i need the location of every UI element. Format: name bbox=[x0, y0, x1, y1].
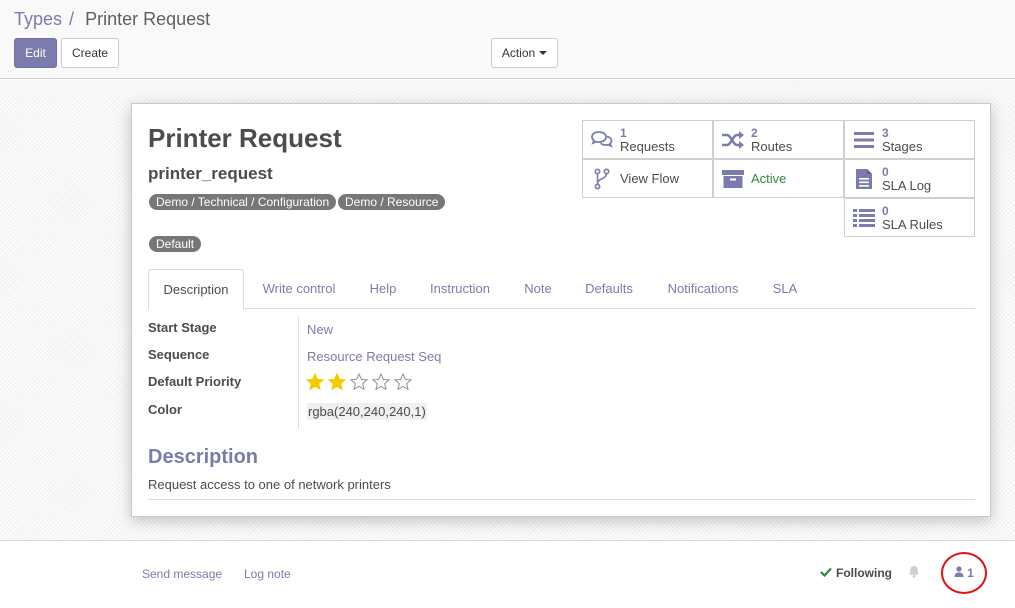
tab-instruction[interactable]: Instruction bbox=[420, 269, 500, 309]
following-button[interactable]: Following bbox=[820, 565, 920, 581]
routes-smart-button[interactable]: 2 Routes bbox=[713, 120, 844, 159]
active-toggle-button[interactable]: Active bbox=[713, 159, 844, 198]
check-icon bbox=[820, 566, 832, 580]
requests-smart-button[interactable]: 1 Requests bbox=[582, 120, 713, 159]
start-stage-label: Start Stage bbox=[148, 320, 217, 335]
star-empty-icon[interactable] bbox=[349, 372, 369, 393]
description-heading: Description bbox=[148, 446, 259, 468]
description-divider bbox=[148, 499, 975, 500]
sla-rules-count: 0 bbox=[882, 203, 889, 218]
stages-count: 3 bbox=[882, 125, 889, 140]
random-icon bbox=[714, 121, 751, 158]
description-text: Request access to one of network printer… bbox=[148, 477, 391, 492]
bell-icon[interactable] bbox=[908, 565, 920, 581]
tab-description[interactable]: Description bbox=[148, 269, 244, 310]
code-fork-icon bbox=[583, 160, 620, 197]
control-panel: Types / Printer Request Edit Create Acti… bbox=[0, 0, 1015, 79]
start-stage-value[interactable]: New bbox=[307, 322, 333, 337]
active-label: Active bbox=[751, 171, 787, 186]
field-divider bbox=[298, 317, 299, 429]
stages-smart-button[interactable]: 3 Stages bbox=[844, 120, 975, 159]
caret-down-icon bbox=[539, 51, 548, 55]
color-chip: rgba(240,240,240,1) bbox=[307, 403, 427, 420]
stages-label: Stages bbox=[882, 138, 923, 154]
bars-icon bbox=[845, 121, 882, 158]
sla-log-label: SLA Log bbox=[882, 177, 932, 193]
create-button[interactable]: Create bbox=[61, 38, 119, 68]
list-icon bbox=[845, 199, 882, 236]
default-priority-label: Default Priority bbox=[148, 374, 242, 389]
breadcrumb-current: Printer Request bbox=[85, 9, 211, 29]
sla-rules-smart-button[interactable]: 0 SLA Rules bbox=[844, 198, 975, 237]
tab-sla[interactable]: SLA bbox=[764, 269, 806, 309]
star-filled-icon[interactable] bbox=[327, 372, 347, 393]
sla-log-count: 0 bbox=[882, 164, 889, 179]
breadcrumb-separator: / bbox=[69, 9, 75, 29]
sla-log-smart-button[interactable]: 0 SLA Log bbox=[844, 159, 975, 198]
archive-icon bbox=[714, 160, 751, 197]
sequence-value[interactable]: Resource Request Seq bbox=[307, 349, 441, 364]
comments-icon bbox=[583, 121, 620, 158]
color-value: rgba(240,240,240,1) bbox=[307, 403, 427, 420]
log-note-button[interactable]: Log note bbox=[244, 567, 291, 581]
action-button-label: Action bbox=[501, 46, 536, 60]
record-code: printer_request bbox=[148, 164, 273, 183]
followers-button[interactable]: 1 bbox=[941, 552, 987, 594]
tag-demo-resource: Demo / Resource bbox=[338, 194, 446, 210]
edit-button-label: Edit bbox=[25, 46, 46, 60]
following-label: Following bbox=[836, 566, 892, 580]
priority-stars bbox=[305, 372, 413, 393]
notebook-tabs: Description Write control Help Instructi… bbox=[148, 269, 975, 310]
requests-count: 1 bbox=[620, 125, 627, 140]
sla-rules-label: SLA Rules bbox=[882, 216, 943, 232]
breadcrumb: Types / Printer Request bbox=[14, 9, 210, 30]
edit-button[interactable]: Edit bbox=[14, 38, 57, 68]
star-filled-icon[interactable] bbox=[305, 372, 325, 393]
followers-count: 1 bbox=[967, 566, 974, 580]
routes-count: 2 bbox=[751, 125, 758, 140]
file-text-icon bbox=[845, 160, 882, 197]
tab-defaults[interactable]: Defaults bbox=[576, 269, 642, 309]
tab-note[interactable]: Note bbox=[516, 269, 560, 309]
routes-label: Routes bbox=[751, 138, 793, 154]
tag-default: Default bbox=[149, 236, 202, 252]
star-empty-icon[interactable] bbox=[371, 372, 391, 393]
view-flow-smart-button[interactable]: View Flow bbox=[582, 159, 713, 198]
tab-write-control[interactable]: Write control bbox=[252, 269, 346, 309]
create-button-label: Create bbox=[71, 46, 109, 60]
color-label: Color bbox=[148, 402, 182, 417]
star-empty-icon[interactable] bbox=[393, 372, 413, 393]
tab-notifications[interactable]: Notifications bbox=[657, 269, 749, 309]
user-icon bbox=[954, 566, 964, 580]
action-dropdown-button[interactable]: Action bbox=[491, 38, 558, 68]
view-flow-label: View Flow bbox=[620, 171, 680, 186]
tab-help[interactable]: Help bbox=[359, 269, 407, 309]
sequence-label: Sequence bbox=[148, 347, 210, 362]
record-title: Printer Request bbox=[148, 123, 342, 153]
requests-label: Requests bbox=[620, 138, 675, 154]
tag-demo-technical-configuration: Demo / Technical / Configuration bbox=[149, 194, 337, 210]
breadcrumb-parent-link[interactable]: Types bbox=[14, 9, 62, 29]
send-message-button[interactable]: Send message bbox=[142, 567, 222, 581]
form-sheet: Printer Request printer_request Demo / T… bbox=[131, 103, 991, 517]
